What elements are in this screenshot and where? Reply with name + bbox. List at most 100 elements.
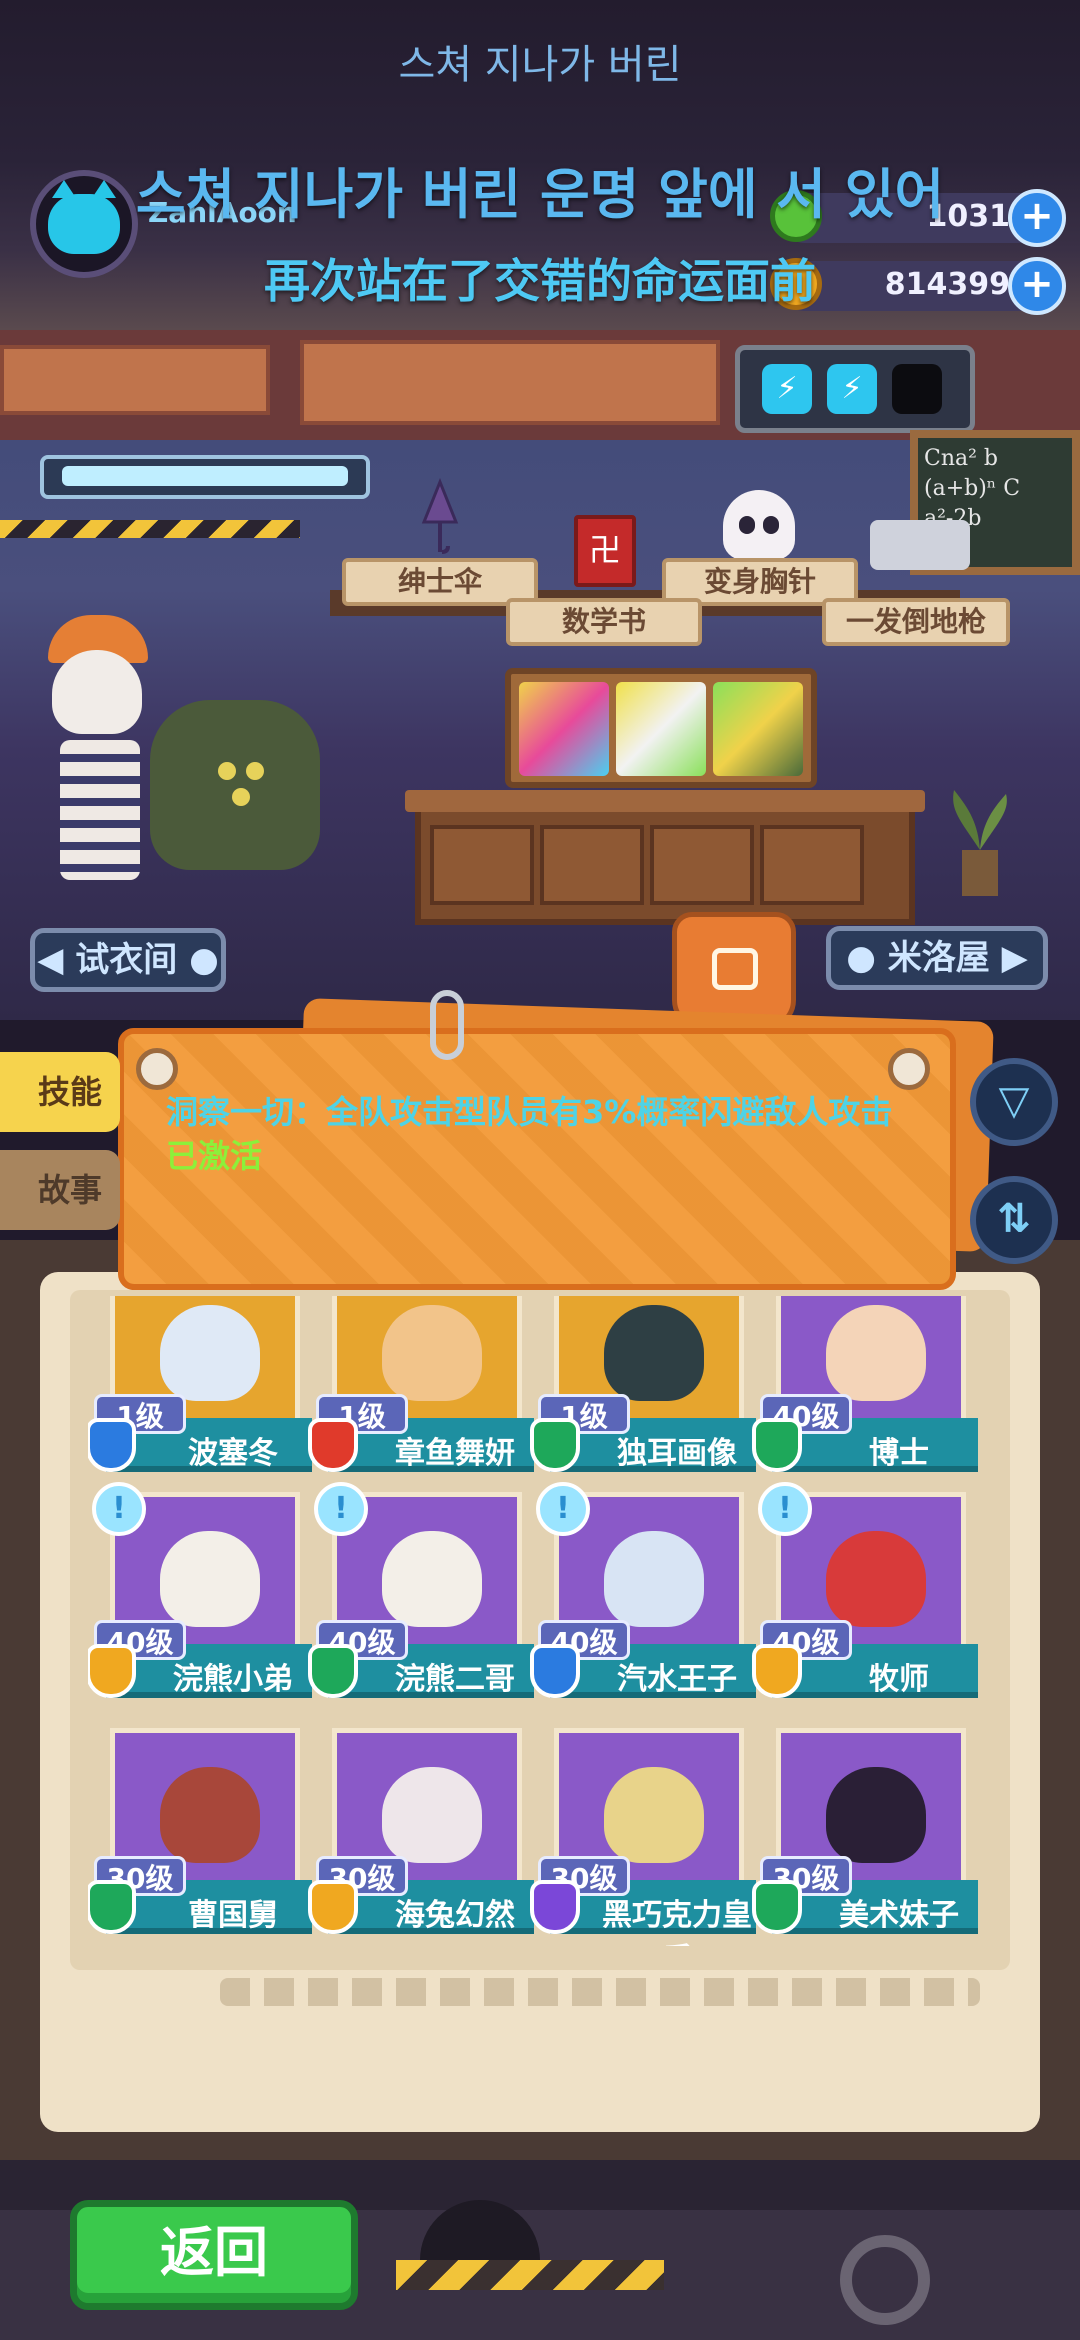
character-name: 美术妹子 [839, 1898, 959, 1933]
paper-clip-icon [430, 990, 464, 1060]
character-card[interactable]: 波塞冬 1级 [88, 1296, 312, 1478]
green-monster-character[interactable] [150, 700, 320, 870]
role-shield-icon [752, 1644, 802, 1698]
character-card[interactable]: 浣熊小弟 40级! [88, 1482, 312, 1704]
character-name: 曹国舅 [188, 1898, 278, 1933]
potted-plant-icon [940, 780, 1020, 900]
character-card[interactable]: 牧师 40级! [752, 1482, 978, 1704]
role-shield-icon [308, 1644, 358, 1698]
lyric-korean: 스쳐 지나가 버린 운명 앞에 서 있어 [135, 163, 945, 226]
character-name: 牧师 [869, 1662, 929, 1697]
back-button[interactable]: 返回 [70, 2200, 358, 2310]
character-face [604, 1305, 704, 1401]
character-face [826, 1305, 926, 1401]
role-shield-icon [530, 1644, 580, 1698]
lamp-light [62, 466, 348, 486]
drawer [760, 825, 864, 905]
character-face [604, 1767, 704, 1863]
hazard-stripe [396, 2260, 664, 2290]
character-name: 章鱼舞妍 [395, 1436, 515, 1471]
pin-icon [136, 1048, 178, 1090]
skill-text: 洞察一切：全队攻击型队员有3%概率闪避敌人攻击 [166, 1093, 893, 1131]
character-card[interactable]: 美术妹子 30级 [752, 1728, 978, 1940]
notification-bubble-icon: ! [536, 1482, 590, 1536]
drawer [430, 825, 534, 905]
character-card[interactable]: 汽水王子 40级! [530, 1482, 756, 1704]
character-face [160, 1531, 260, 1627]
monster-eye [232, 788, 250, 806]
character-grid: 波塞冬 1级 章鱼舞妍 1级 独耳画像 1级 博士 40级 浣熊小弟 40级! 浣熊二哥 40级! 汽水… [88, 1296, 988, 1946]
desk-top [405, 790, 925, 812]
role-shield-icon [752, 1418, 802, 1472]
character-name: 汽水王子 [617, 1662, 737, 1697]
skill-description: 洞察一切：全队攻击型队员有3%概率闪避敌人攻击 已激活 [166, 1090, 906, 1178]
character-card[interactable]: 海兔幻然 30级 [308, 1728, 534, 1940]
item-label-gun[interactable]: 一发倒地枪 [822, 598, 1010, 646]
chalk-line: Cna² b [924, 446, 999, 471]
character-name: 浣熊小弟 [173, 1662, 293, 1697]
role-shield-icon [530, 1418, 580, 1472]
drawer [650, 825, 754, 905]
role-shield-icon [88, 1880, 136, 1934]
character-card[interactable]: 独耳画像 1级 [530, 1296, 756, 1478]
character-name: 独耳画像 [617, 1436, 737, 1471]
skeleton-body [60, 740, 140, 880]
notification-bubble-icon: ! [92, 1482, 146, 1536]
character-card[interactable]: 浣熊二哥 40级! [308, 1482, 534, 1704]
role-shield-icon [308, 1418, 358, 1472]
character-face [382, 1531, 482, 1627]
character-name: 博士 [869, 1436, 929, 1471]
filter-button[interactable]: ▽ [970, 1058, 1058, 1146]
lyric-chinese: 再次站在了交错的命运面前 [264, 254, 816, 308]
fitting-room-button[interactable]: ◀ 试衣间 ● [30, 928, 226, 992]
math-book-icon[interactable]: 卍 [574, 515, 636, 587]
skill-status: 已激活 [166, 1137, 263, 1175]
character-face [826, 1767, 926, 1863]
character-name: 波塞冬 [188, 1436, 278, 1471]
character-card[interactable]: 曹国舅 30级 [88, 1728, 312, 1940]
sort-button[interactable]: ⇅ [970, 1176, 1058, 1264]
skeleton-character[interactable] [52, 650, 142, 734]
character-face [382, 1767, 482, 1863]
notification-bubble-icon: ! [314, 1482, 368, 1536]
portrait-3 [713, 682, 803, 776]
tab-story[interactable]: 故事 [0, 1150, 120, 1230]
tab-skill[interactable]: 技能 [0, 1052, 120, 1132]
skull-brooch-icon[interactable] [723, 490, 795, 560]
notification-bubble-icon: ! [758, 1482, 812, 1536]
portrait-1 [519, 682, 609, 776]
pin-icon [888, 1048, 930, 1090]
umbrella-icon[interactable] [420, 477, 460, 558]
character-card[interactable]: 黑巧克力皇后30级 [530, 1728, 756, 1946]
milo-house-button[interactable]: ● 米洛屋 ▶ [826, 926, 1048, 990]
character-face [826, 1531, 926, 1627]
gun-icon[interactable] [870, 520, 970, 570]
energy-cell-icon: ⚡ [827, 364, 877, 414]
item-label-math-book[interactable]: 数学书 [506, 598, 702, 646]
blurred-text [220, 1978, 980, 2006]
monster-eye [218, 762, 236, 780]
role-shield-icon [752, 1880, 802, 1934]
roof-panel [0, 345, 270, 415]
role-shield-icon [88, 1644, 136, 1698]
role-shield-icon [530, 1880, 580, 1934]
character-card[interactable]: 章鱼舞妍 1级 [308, 1296, 534, 1478]
monster-eye [246, 762, 264, 780]
character-name: 浣熊二哥 [395, 1662, 515, 1697]
character-name: 黑巧克力皇后 [602, 1898, 752, 1946]
character-face [604, 1531, 704, 1627]
character-card[interactable]: 博士 40级 [752, 1296, 978, 1478]
gear-icon [840, 2235, 930, 2325]
energy-cell-empty [892, 364, 942, 414]
character-name: 海兔幻然 [395, 1898, 515, 1933]
drawer [540, 825, 644, 905]
energy-cell-icon: ⚡ [762, 364, 812, 414]
role-shield-icon [308, 1880, 358, 1934]
character-face [160, 1305, 260, 1401]
character-face [160, 1767, 260, 1863]
lyric-overlay-top: 스쳐 지나가 버린 [398, 42, 682, 88]
portrait-2 [616, 682, 706, 776]
character-face [382, 1305, 482, 1401]
hazard-stripe [0, 520, 300, 538]
message-icon [712, 948, 758, 990]
